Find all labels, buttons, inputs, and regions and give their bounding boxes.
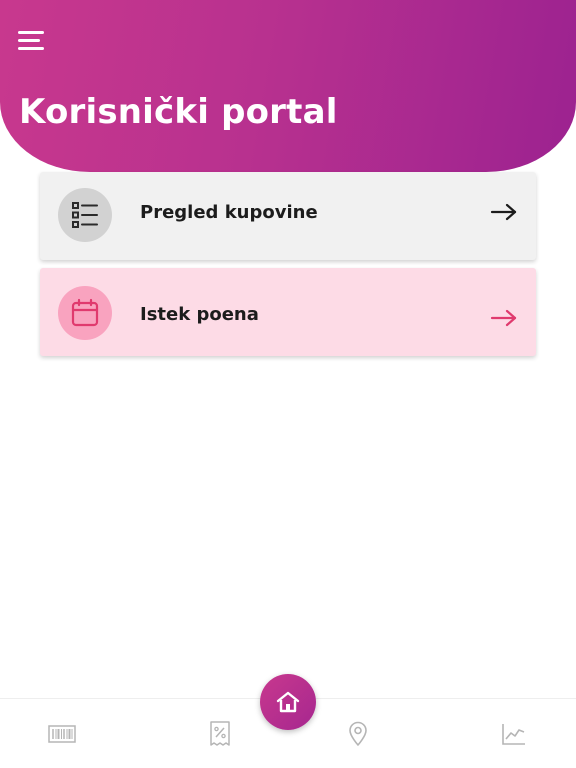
calendar-icon (58, 286, 112, 340)
page-title: Korisnički portal (19, 92, 338, 132)
header: Korisnički portal (0, 0, 576, 172)
points-expiry-label: Istek poena (140, 304, 259, 325)
arrow-right-icon (490, 309, 517, 327)
purchases-overview-card[interactable]: Pregled kupovine (40, 172, 536, 260)
list-icon (58, 188, 112, 242)
app-screen: Korisnički portal Pregled kupovine Istek… (0, 0, 576, 768)
receipt-percent-icon[interactable] (205, 719, 235, 749)
hamburger-menu-icon[interactable] (18, 28, 44, 52)
arrow-right-icon (490, 203, 517, 221)
purchases-overview-label: Pregled kupovine (140, 202, 318, 223)
barcode-icon[interactable] (47, 719, 77, 749)
home-icon (276, 691, 300, 713)
chart-icon[interactable] (499, 719, 529, 749)
location-pin-icon[interactable] (343, 719, 373, 749)
home-button[interactable] (260, 674, 316, 730)
points-expiry-card[interactable]: Istek poena (40, 268, 536, 356)
